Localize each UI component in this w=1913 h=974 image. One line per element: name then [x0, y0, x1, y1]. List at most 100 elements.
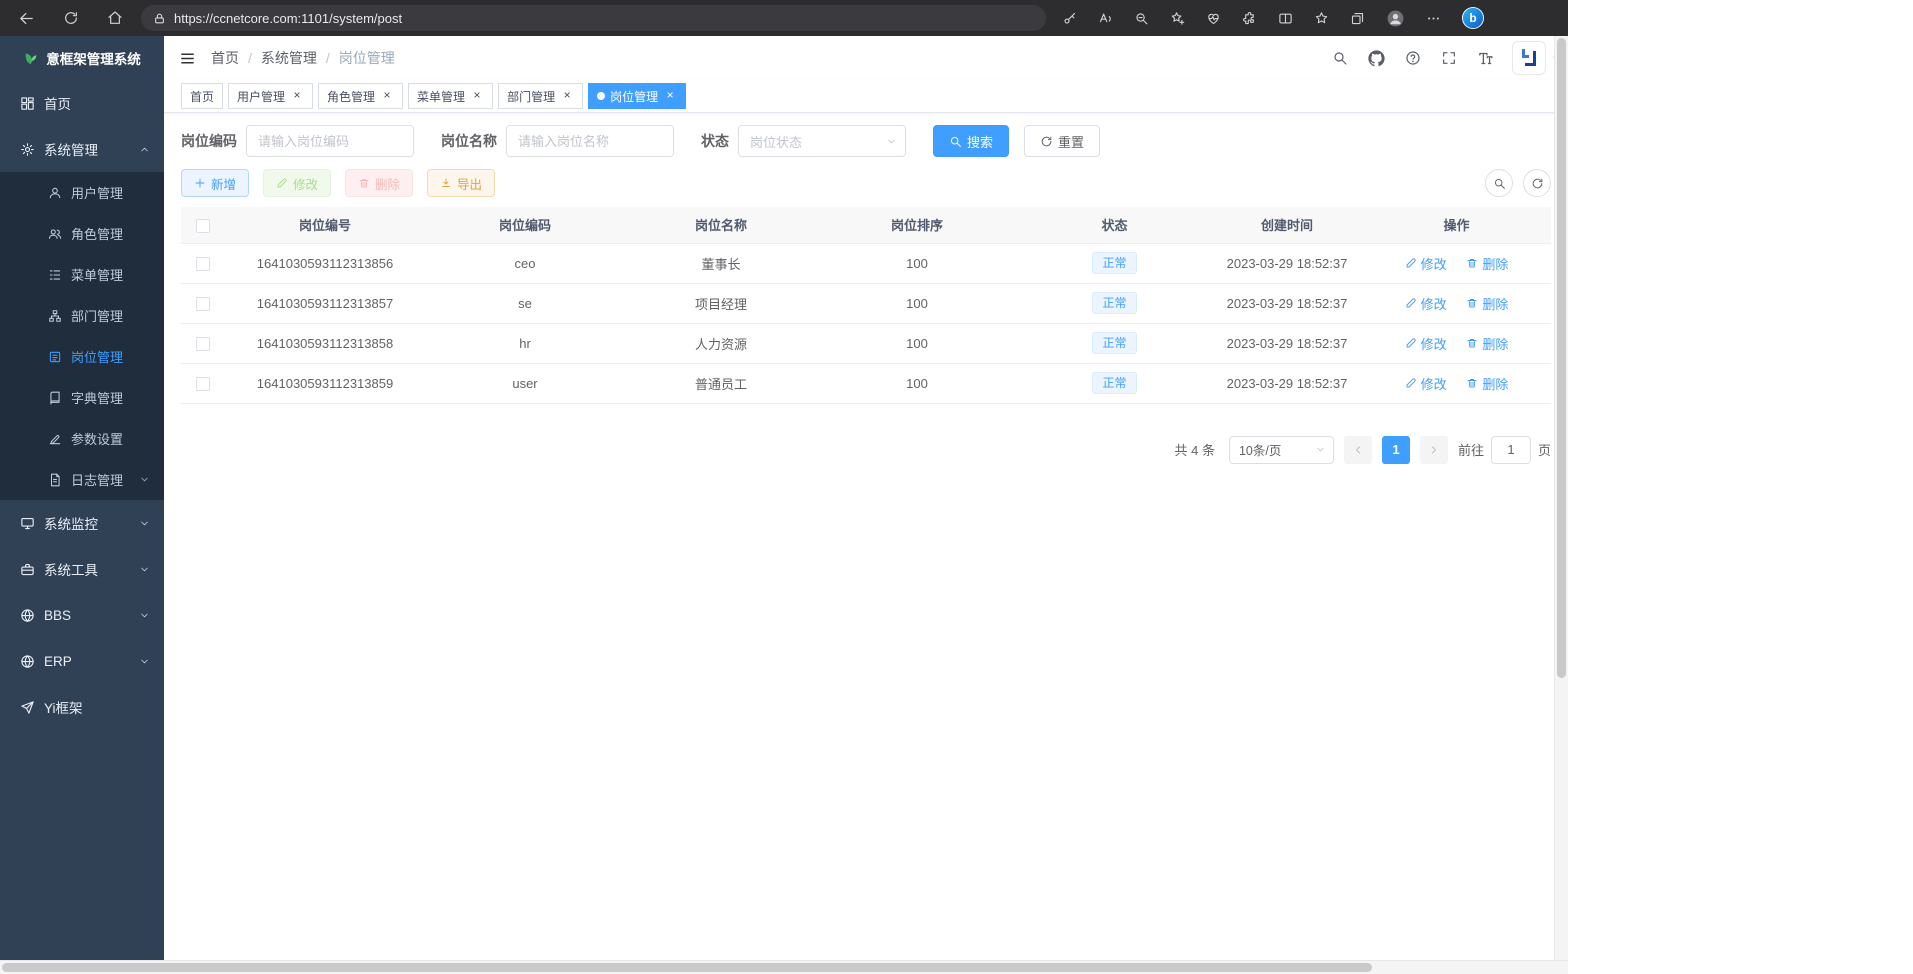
read-aloud-button[interactable]: [1098, 11, 1113, 26]
edit-pencil-icon: [1405, 337, 1417, 349]
tab-role-mgmt[interactable]: 角色管理 ×: [318, 83, 403, 109]
page-number-button[interactable]: 1: [1382, 436, 1410, 464]
row-checkbox[interactable]: [196, 377, 210, 391]
row-delete-button[interactable]: 删除: [1466, 294, 1508, 313]
row-checkbox[interactable]: [196, 257, 210, 271]
add-button[interactable]: 新增: [181, 169, 249, 197]
sidebar-item-menu-mgmt[interactable]: 菜单管理: [0, 254, 164, 295]
sidebar-item-log-mgmt[interactable]: 日志管理: [0, 459, 164, 500]
sidebar-item-label: 首页: [44, 93, 71, 113]
breadcrumb-home[interactable]: 首页: [211, 48, 239, 68]
sidebar-item-role-mgmt[interactable]: 角色管理: [0, 213, 164, 254]
zoom-out-button[interactable]: [1134, 11, 1149, 26]
github-link-button[interactable]: [1358, 36, 1395, 80]
post-name-input[interactable]: [506, 125, 674, 157]
add-favorite-button[interactable]: [1170, 11, 1185, 26]
reset-button[interactable]: 重置: [1024, 125, 1100, 157]
next-page-button[interactable]: [1420, 436, 1448, 464]
key-icon: [1062, 11, 1077, 26]
goto-page-input[interactable]: [1491, 436, 1531, 464]
sidebar-item-system-monitor[interactable]: 系统监控: [0, 500, 164, 546]
sidebar-item-dict-mgmt[interactable]: 字典管理: [0, 377, 164, 418]
settings-menu-button[interactable]: [1426, 11, 1441, 26]
toggle-search-button[interactable]: [1485, 169, 1513, 197]
collections-button[interactable]: [1350, 11, 1365, 26]
row-delete-button[interactable]: 删除: [1466, 334, 1508, 353]
app-logo[interactable]: 意框架管理系统: [0, 36, 164, 80]
sidebar-item-bbs[interactable]: BBS: [0, 592, 164, 638]
table-row[interactable]: 1641030593112313857 se 项目经理 100 正常 2023-…: [181, 283, 1551, 323]
browser-back-button[interactable]: [18, 10, 35, 27]
close-icon[interactable]: ×: [290, 89, 304, 103]
vertical-scrollbar-thumb[interactable]: [1557, 38, 1566, 678]
help-button[interactable]: [1395, 36, 1431, 80]
sidebar-item-dept-mgmt[interactable]: 部门管理: [0, 295, 164, 336]
header-status: 状态: [1017, 207, 1212, 243]
password-key-button[interactable]: [1062, 11, 1077, 26]
sidebar-item-system-tools[interactable]: 系统工具: [0, 546, 164, 592]
prev-page-button[interactable]: [1344, 436, 1372, 464]
status-select[interactable]: 岗位状态: [738, 125, 906, 157]
browser-home-button[interactable]: [107, 10, 123, 26]
browser-essentials-button[interactable]: [1206, 11, 1221, 26]
refresh-table-button[interactable]: [1523, 169, 1551, 197]
row-edit-button[interactable]: 修改: [1405, 374, 1447, 393]
horizontal-scrollbar[interactable]: [0, 960, 1568, 974]
close-icon[interactable]: ×: [560, 89, 574, 103]
select-all-checkbox[interactable]: [196, 219, 210, 233]
tab-menu-mgmt[interactable]: 菜单管理 ×: [408, 83, 493, 109]
extensions-button[interactable]: [1242, 11, 1257, 26]
sidebar-item-param-settings[interactable]: 参数设置: [0, 418, 164, 459]
vertical-scrollbar[interactable]: [1554, 36, 1568, 960]
toolbox-icon: [20, 562, 35, 577]
copilot-button[interactable]: b: [1462, 7, 1484, 29]
close-icon[interactable]: ×: [663, 89, 677, 103]
breadcrumb-system-mgmt[interactable]: 系统管理: [261, 48, 317, 68]
favorites-button[interactable]: [1314, 11, 1329, 26]
sidebar-item-post-mgmt[interactable]: 岗位管理: [0, 336, 164, 377]
cell-post-id: 1641030593112313856: [225, 243, 425, 283]
tab-user-mgmt[interactable]: 用户管理 ×: [228, 83, 313, 109]
status-badge: 正常: [1092, 332, 1136, 354]
header-search-button[interactable]: [1322, 36, 1358, 80]
row-checkbox[interactable]: [196, 297, 210, 311]
close-icon[interactable]: ×: [380, 89, 394, 103]
horizontal-scrollbar-thumb[interactable]: [2, 963, 1372, 972]
browser-refresh-button[interactable]: [63, 10, 79, 26]
status-select-placeholder: 岗位状态: [750, 132, 802, 151]
dashboard-icon: [20, 96, 35, 111]
page-size-select[interactable]: 10条/页: [1229, 436, 1334, 464]
post-code-input[interactable]: [246, 125, 414, 157]
delete-button[interactable]: 删除: [345, 169, 413, 197]
address-bar[interactable]: https://ccnetcore.com:1101/system/post: [141, 5, 1046, 31]
fullscreen-button[interactable]: [1431, 36, 1467, 80]
search-button[interactable]: 搜索: [933, 125, 1009, 157]
row-edit-button[interactable]: 修改: [1405, 294, 1447, 313]
font-size-button[interactable]: [1467, 36, 1504, 80]
sidebar-item-erp[interactable]: ERP: [0, 638, 164, 684]
sidebar-toggle-button[interactable]: [168, 36, 207, 80]
table-row[interactable]: 1641030593112313859 user 普通员工 100 正常 202…: [181, 363, 1551, 403]
sidebar-item-label: 部门管理: [71, 306, 123, 325]
row-checkbox[interactable]: [196, 337, 210, 351]
row-delete-button[interactable]: 删除: [1466, 374, 1508, 393]
breadcrumb-separator: /: [326, 50, 330, 66]
export-button[interactable]: 导出: [427, 169, 495, 197]
row-edit-button[interactable]: 修改: [1405, 334, 1447, 353]
table-row[interactable]: 1641030593112313856 ceo 董事长 100 正常 2023-…: [181, 243, 1551, 283]
tab-dept-mgmt[interactable]: 部门管理 ×: [498, 83, 583, 109]
sidebar-item-yi-framework[interactable]: Yi框架: [0, 684, 164, 730]
tab-home[interactable]: 首页: [181, 83, 223, 109]
row-delete-button[interactable]: 删除: [1466, 254, 1508, 273]
row-edit-button[interactable]: 修改: [1405, 254, 1447, 273]
edit-button[interactable]: 修改: [263, 169, 331, 197]
cell-post-id: 1641030593112313859: [225, 363, 425, 403]
table-row[interactable]: 1641030593112313858 hr 人力资源 100 正常 2023-…: [181, 323, 1551, 363]
sidebar-item-home[interactable]: 首页: [0, 80, 164, 126]
tab-post-mgmt[interactable]: 岗位管理 ×: [588, 83, 686, 109]
profile-button[interactable]: [1386, 9, 1405, 28]
split-screen-button[interactable]: [1278, 11, 1293, 26]
close-icon[interactable]: ×: [470, 89, 484, 103]
sidebar-item-system-mgmt[interactable]: 系统管理: [0, 126, 164, 172]
sidebar-item-user-mgmt[interactable]: 用户管理: [0, 172, 164, 213]
